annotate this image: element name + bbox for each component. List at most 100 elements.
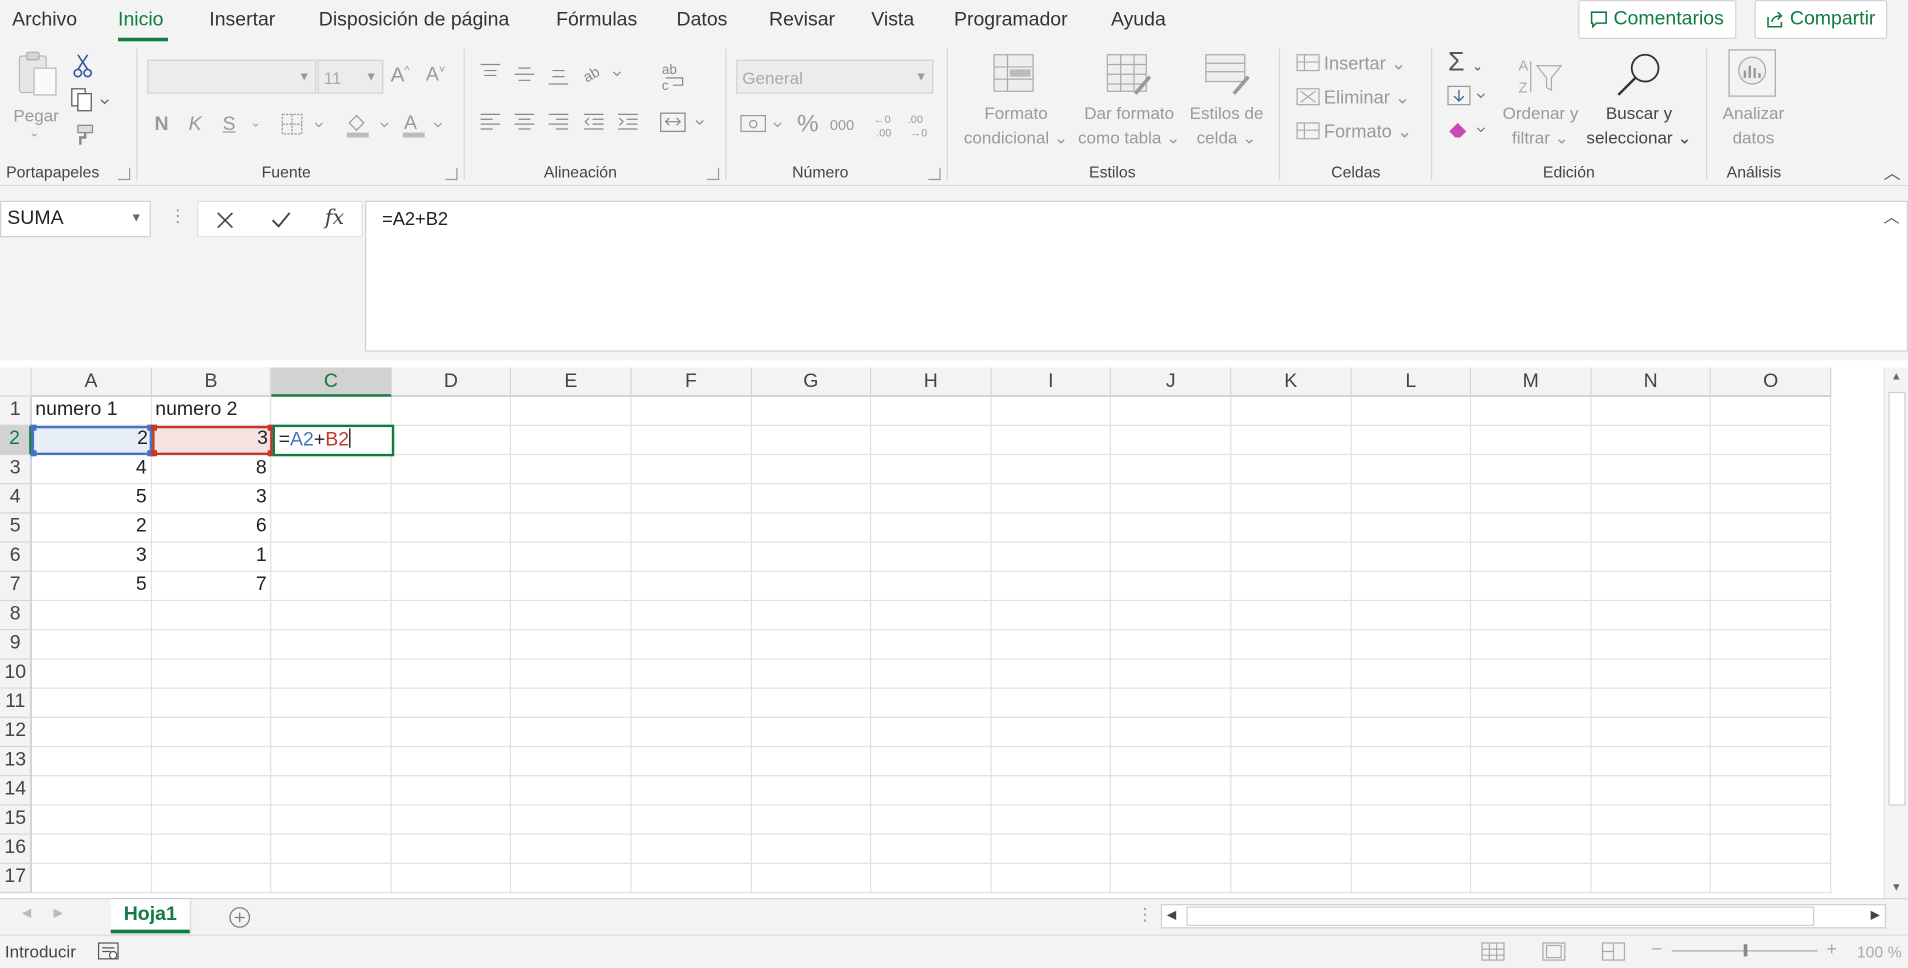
cell-k17[interactable] — [1231, 863, 1352, 894]
merge-center-icon[interactable] — [660, 112, 709, 140]
row-header-5[interactable]: 5 — [0, 513, 32, 543]
cell-c9[interactable] — [271, 630, 392, 660]
row-header-8[interactable]: 8 — [0, 601, 32, 631]
cell-e9[interactable] — [511, 630, 632, 660]
scroll-down-icon[interactable]: ▼ — [1891, 881, 1902, 893]
cell-n7[interactable] — [1591, 571, 1712, 602]
cell-e13[interactable] — [511, 747, 632, 777]
orientation-icon[interactable]: ab — [581, 61, 626, 91]
add-sheet-icon[interactable] — [229, 907, 251, 929]
cell-f2[interactable] — [631, 425, 752, 456]
comments-button[interactable]: Comentarios — [1578, 0, 1737, 39]
cell-n3[interactable] — [1591, 455, 1712, 485]
cell-n12[interactable] — [1591, 717, 1712, 748]
cell-l17[interactable] — [1351, 863, 1472, 894]
cell-h8[interactable] — [871, 601, 992, 631]
cell-j13[interactable] — [1111, 747, 1232, 777]
cell-e12[interactable] — [511, 717, 632, 748]
cell-b11[interactable] — [151, 688, 272, 718]
row-header-11[interactable]: 11 — [0, 688, 32, 718]
cell-e15[interactable] — [511, 805, 632, 835]
accounting-format-icon[interactable] — [740, 112, 789, 142]
cell-n8[interactable] — [1591, 601, 1712, 631]
tab-formulas[interactable]: Fórmulas — [556, 10, 637, 32]
cell-h17[interactable] — [871, 863, 992, 894]
cell-c3[interactable] — [271, 455, 392, 485]
cell-k2[interactable] — [1231, 425, 1352, 456]
zoom-in-icon[interactable]: + — [1826, 939, 1837, 960]
align-middle-icon[interactable] — [512, 64, 536, 90]
cell-i7[interactable] — [991, 571, 1112, 602]
thousands-button[interactable]: 000 — [830, 117, 854, 134]
cell-f14[interactable] — [631, 776, 752, 806]
clear-icon[interactable] — [1447, 119, 1491, 147]
cell-m16[interactable] — [1471, 834, 1592, 864]
cell-b13[interactable] — [151, 747, 272, 777]
cell-a7[interactable]: 5 — [31, 571, 152, 602]
cell-i16[interactable] — [991, 834, 1112, 864]
page-break-view-icon[interactable] — [1601, 942, 1626, 961]
align-bottom-icon[interactable] — [546, 67, 570, 93]
cell-o12[interactable] — [1711, 717, 1832, 748]
underline-button[interactable]: S — [223, 114, 236, 136]
cell-c15[interactable] — [271, 805, 392, 835]
cell-i9[interactable] — [991, 630, 1112, 660]
cell-j16[interactable] — [1111, 834, 1232, 864]
cell-i3[interactable] — [991, 455, 1112, 485]
cell-j17[interactable] — [1111, 863, 1232, 894]
cell-o10[interactable] — [1711, 659, 1832, 689]
fill-icon[interactable] — [1447, 85, 1491, 113]
cell-k10[interactable] — [1231, 659, 1352, 689]
cell-h16[interactable] — [871, 834, 992, 864]
cell-g6[interactable] — [751, 542, 872, 572]
delete-cells-button[interactable]: Eliminar ⌄ — [1324, 86, 1410, 109]
cell-h14[interactable] — [871, 776, 992, 806]
cell-l13[interactable] — [1351, 747, 1472, 777]
cell-j11[interactable] — [1111, 688, 1232, 718]
alignment-launcher-icon[interactable] — [706, 167, 720, 181]
cell-g13[interactable] — [751, 747, 872, 777]
cell-k7[interactable] — [1231, 571, 1352, 602]
cell-d4[interactable] — [391, 484, 512, 514]
row-header-1[interactable]: 1 — [0, 396, 32, 426]
cell-h11[interactable] — [871, 688, 992, 718]
cell-l15[interactable] — [1351, 805, 1472, 835]
cell-k3[interactable] — [1231, 455, 1352, 485]
cell-o11[interactable] — [1711, 688, 1832, 718]
cell-l7[interactable] — [1351, 571, 1472, 602]
cell-a3[interactable]: 4 — [31, 455, 152, 485]
page-layout-view-icon[interactable] — [1542, 942, 1566, 961]
row-header-12[interactable]: 12 — [0, 717, 32, 748]
split-handle-icon[interactable]: ⋮ — [1136, 904, 1153, 925]
increase-decimal-icon[interactable]: ←0.00 — [872, 112, 899, 145]
analyze-data-label[interactable]: Analizar datos — [1716, 101, 1791, 150]
cell-i15[interactable] — [991, 805, 1112, 835]
cell-i1[interactable] — [991, 396, 1112, 426]
cell-c5[interactable] — [271, 513, 392, 543]
share-button[interactable]: Compartir — [1754, 0, 1888, 39]
row-header-7[interactable]: 7 — [0, 571, 32, 602]
cancel-icon[interactable] — [215, 211, 234, 230]
cell-o13[interactable] — [1711, 747, 1832, 777]
horizontal-scroll-thumb[interactable] — [1186, 906, 1815, 926]
cell-a1[interactable]: numero 1 — [31, 396, 152, 426]
cell-j7[interactable] — [1111, 571, 1232, 602]
cell-o7[interactable] — [1711, 571, 1832, 602]
font-color-icon[interactable]: A — [400, 111, 449, 146]
tab-vista[interactable]: Vista — [871, 10, 914, 32]
cell-f9[interactable] — [631, 630, 752, 660]
tab-revisar[interactable]: Revisar — [769, 10, 835, 32]
cell-f4[interactable] — [631, 484, 752, 514]
cell-m5[interactable] — [1471, 513, 1592, 543]
cell-d8[interactable] — [391, 601, 512, 631]
cell-c8[interactable] — [271, 601, 392, 631]
cell-j3[interactable] — [1111, 455, 1232, 485]
increase-indent-icon[interactable] — [616, 112, 640, 138]
cell-d10[interactable] — [391, 659, 512, 689]
cell-l4[interactable] — [1351, 484, 1472, 514]
cell-a5[interactable]: 2 — [31, 513, 152, 543]
column-header-j[interactable]: J — [1111, 367, 1232, 397]
cell-b7[interactable]: 7 — [151, 571, 272, 602]
cell-k12[interactable] — [1231, 717, 1352, 748]
tab-programador[interactable]: Programador — [954, 10, 1068, 32]
